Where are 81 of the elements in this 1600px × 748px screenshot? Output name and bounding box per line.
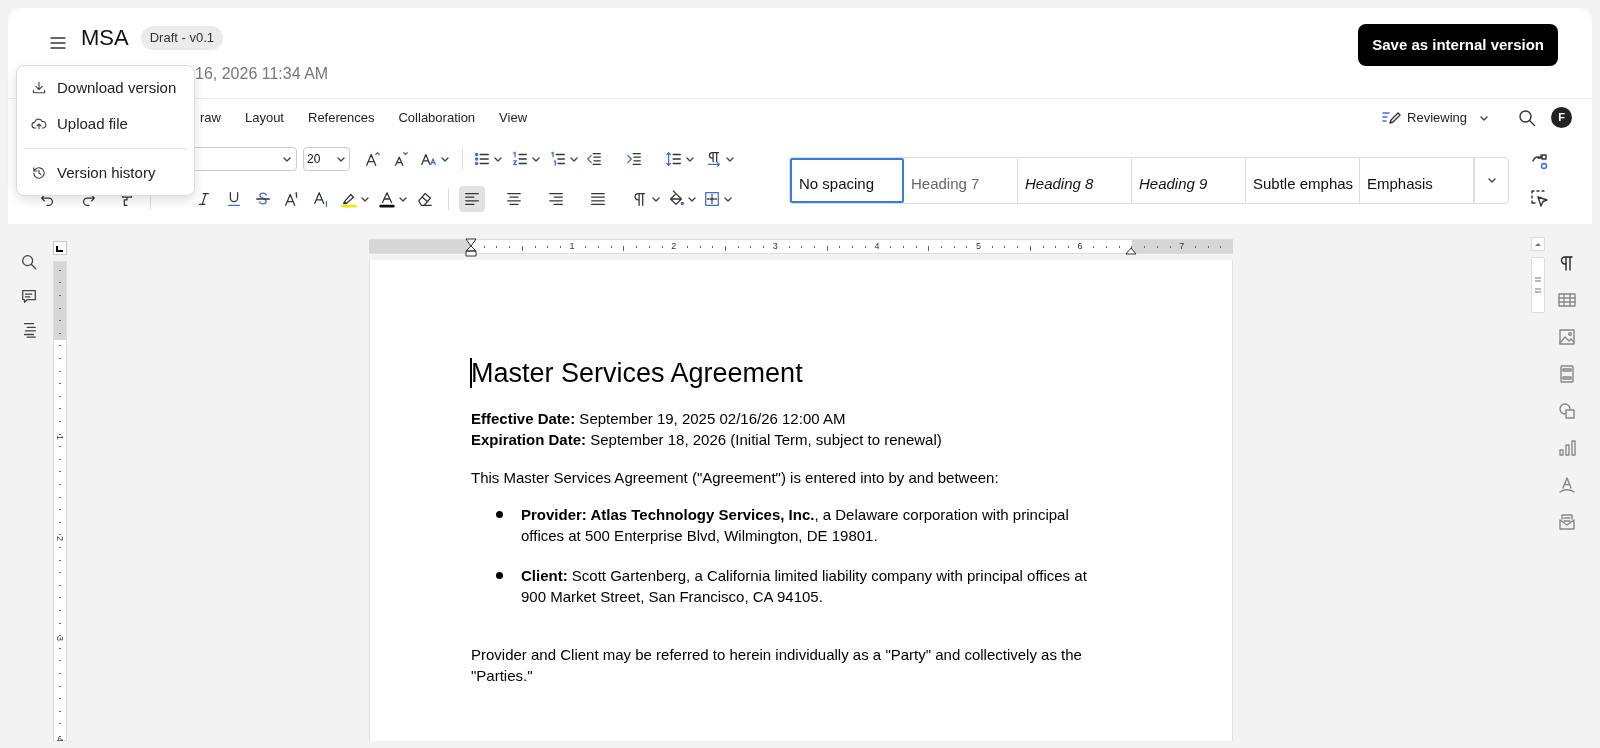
table-icon[interactable] <box>1557 290 1577 310</box>
ribbon-tab[interactable]: References <box>296 107 387 128</box>
tab-stop-selector[interactable] <box>53 241 67 255</box>
ribbon-tab[interactable]: Collaboration <box>386 107 488 128</box>
closing-paragraph: Provider and Client may be referred to herein individually as a "Party" and collectively as the "Parties." <box>471 645 1083 686</box>
status-badge: Draft - v0.1 <box>140 26 223 50</box>
bullet-icon <box>496 572 503 579</box>
mail-icon[interactable] <box>1557 512 1577 532</box>
justify-icon <box>589 190 607 208</box>
ruler-number: 2 <box>671 240 677 253</box>
cloud-upload-icon <box>31 116 47 132</box>
text-art-icon[interactable] <box>1557 475 1577 495</box>
ribbon-tab[interactable]: View <box>487 107 540 128</box>
font-size-select[interactable]: 20 <box>303 147 350 171</box>
ruler-number: 1 <box>55 435 64 441</box>
search-icon[interactable] <box>20 253 38 271</box>
scroll-up-icon[interactable] <box>1531 237 1545 251</box>
grow-font-icon[interactable] <box>364 150 382 168</box>
numbered-list-icon[interactable] <box>511 150 529 168</box>
party-paragraph: Client: Scott Gartenberg, a California limited liability company with principal offices at 900 Market Street, San Francisco, CA 94105. <box>521 566 1088 607</box>
scrollbar-thumb[interactable] <box>1531 257 1545 313</box>
ruler-number: 3 <box>772 240 778 253</box>
underline-icon[interactable] <box>225 190 243 208</box>
ruler-number: 4 <box>55 736 64 741</box>
style-option[interactable]: Heading 7 <box>904 157 1018 203</box>
align-left-button[interactable] <box>459 186 485 212</box>
replace-icon[interactable] <box>1529 152 1549 172</box>
shrink-font-icon[interactable] <box>392 150 410 168</box>
ruler-number: 1 <box>569 240 575 253</box>
style-option[interactable]: Emphasis <box>1360 157 1474 203</box>
date-line: Expiration Date: September 18, 2026 (Initial Term, subject to renewal) <box>471 430 943 450</box>
page-header-icon[interactable] <box>1557 364 1577 384</box>
bulleted-list-icon[interactable] <box>473 150 491 168</box>
party-paragraph: Provider: Atlas Technology Services, Inc., a Delaware corporation with principal offices at 500 Enterprise Blvd, Wilmington, DE 19801. <box>521 505 1070 546</box>
date-line: Effective Date: September 19, 2025 02/16/26 12:00 AM <box>471 409 847 429</box>
menu-item[interactable]: Download version <box>17 70 194 106</box>
document-heading: Master Services Agreement <box>471 357 804 390</box>
ruler-number: 4 <box>874 240 880 253</box>
search-icon[interactable] <box>1517 107 1537 128</box>
strikethrough-icon[interactable] <box>254 190 272 208</box>
comment-icon[interactable] <box>20 287 38 305</box>
menu-item[interactable]: Version history <box>17 155 194 191</box>
mode-dropdown[interactable]: Reviewing <box>1407 107 1467 128</box>
save-button[interactable]: Save as internal version <box>1358 24 1558 66</box>
subscript-icon[interactable] <box>312 190 330 208</box>
indent-marker-icon[interactable] <box>465 238 477 257</box>
line-spacing-icon[interactable] <box>665 150 683 168</box>
increase-indent-icon[interactable] <box>625 150 643 168</box>
borders-icon[interactable] <box>703 190 721 208</box>
decrease-indent-icon[interactable] <box>585 150 603 168</box>
font-color-icon[interactable] <box>378 190 396 208</box>
shapes-icon[interactable] <box>1557 401 1577 421</box>
ruler-number: 2 <box>55 535 64 541</box>
align-left-icon <box>463 190 481 208</box>
style-option[interactable]: No spacing <box>790 157 904 203</box>
document-title: MSA <box>81 24 129 52</box>
style-option[interactable]: Heading 9 <box>1132 157 1246 203</box>
multilevel-list-icon[interactable] <box>549 150 567 168</box>
ruler-number: 3 <box>55 636 64 642</box>
menu-item[interactable]: Upload file <box>17 106 194 142</box>
style-option[interactable]: Subtle emphas <box>1246 157 1360 203</box>
selection-cursor-icon[interactable] <box>1529 188 1549 208</box>
last-saved-text: 16, 2026 11:34 AM <box>195 64 329 84</box>
paint-bucket-icon[interactable] <box>667 190 685 208</box>
bullet-icon <box>496 511 503 518</box>
history-icon <box>31 165 47 181</box>
right-indent-marker-icon[interactable] <box>1125 247 1137 255</box>
download-icon <box>31 80 47 96</box>
ruler-number: 5 <box>976 240 981 253</box>
align-right-icon <box>547 190 565 208</box>
image-icon[interactable] <box>1557 327 1577 347</box>
ruler-number: 6 <box>1077 240 1083 253</box>
text-cursor <box>470 358 472 388</box>
style-option[interactable]: Heading 8 <box>1018 157 1132 203</box>
ribbon-tab[interactable]: Layout <box>232 107 296 128</box>
bar-chart-icon[interactable] <box>1557 438 1577 458</box>
align-center-icon <box>505 190 523 208</box>
intro-paragraph: This Master Services Agreement ("Agreement") is entered into by and between: <box>471 468 1000 488</box>
eraser-icon[interactable] <box>416 190 434 208</box>
paragraph-direction-icon[interactable] <box>705 150 723 168</box>
ruler-number: 7 <box>1179 240 1185 253</box>
